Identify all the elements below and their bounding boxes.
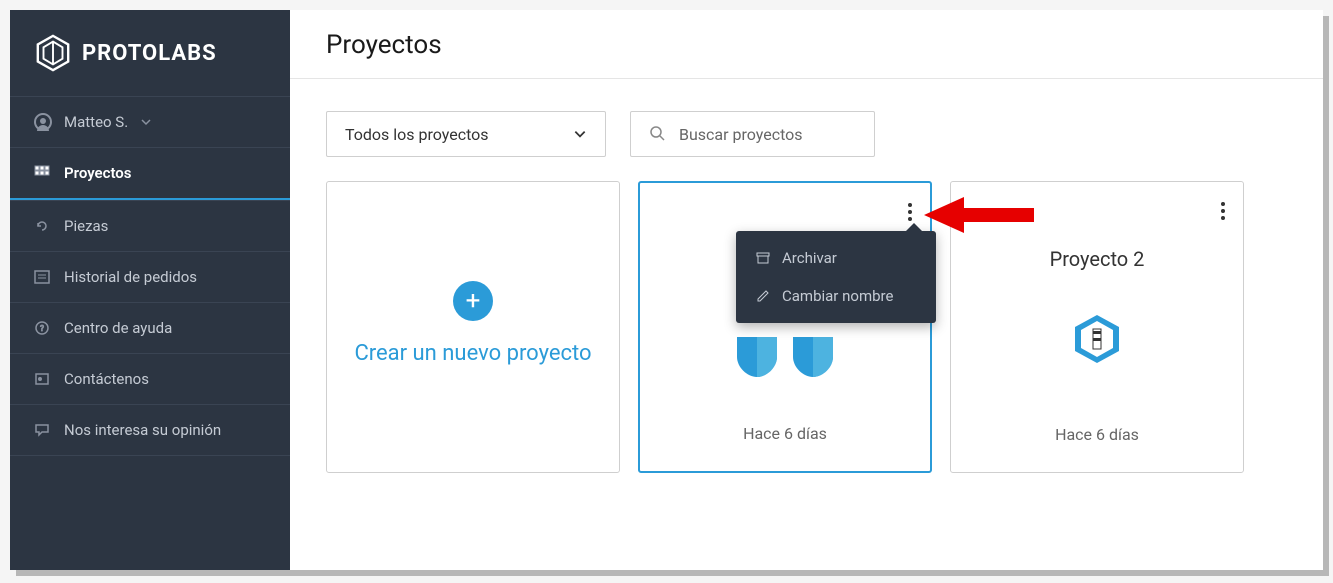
list-icon: [34, 269, 50, 285]
hexagon-lighthouse-icon: [1069, 311, 1125, 367]
nav-label: Centro de ayuda: [64, 319, 172, 337]
filter-dropdown[interactable]: Todos los proyectos: [326, 111, 606, 157]
menu-label: Archivar: [782, 249, 837, 267]
nav-label: Piezas: [64, 217, 108, 235]
protolabs-logo-icon: [34, 34, 72, 72]
project-title: Proyecto 2: [1050, 247, 1145, 271]
shield-icon: [733, 333, 781, 381]
project-date: Hace 6 días: [743, 424, 827, 443]
search-input[interactable]: Buscar proyectos: [630, 111, 875, 157]
user-avatar-icon: [34, 113, 52, 131]
main-content: Proyectos Todos los proyectos Buscar pro…: [290, 10, 1323, 570]
brand-logo: PROTOLABS: [10, 10, 290, 96]
app-window: PROTOLABS Matteo S. Proyectos: [10, 10, 1323, 570]
card-menu-button[interactable]: [1217, 198, 1229, 224]
nav-label: Historial de pedidos: [64, 268, 197, 286]
nav-help-center[interactable]: ? Centro de ayuda: [10, 302, 290, 353]
chevron-down-icon: [140, 116, 152, 128]
undo-icon: [34, 218, 50, 234]
card-dropdown-menu: Archivar Cambiar nombre: [736, 231, 936, 323]
contact-icon: [34, 371, 50, 387]
project-card[interactable]: Proyecto 2 Hace 6 días: [950, 181, 1244, 473]
nav-list: Proyectos Piezas Historial de pedidos: [10, 147, 290, 456]
nav-feedback[interactable]: Nos interesa su opinión: [10, 404, 290, 456]
archive-icon: [756, 251, 770, 265]
card-menu-button[interactable]: [904, 199, 916, 225]
menu-label: Cambiar nombre: [782, 287, 893, 305]
user-menu[interactable]: Matteo S.: [10, 96, 290, 147]
user-name-label: Matteo S.: [64, 113, 128, 131]
sidebar: PROTOLABS Matteo S. Proyectos: [10, 10, 290, 570]
nav-parts[interactable]: Piezas: [10, 200, 290, 251]
grid-icon: [34, 165, 50, 181]
project-date: Hace 6 días: [1055, 425, 1139, 444]
project-cards: + Crear un nuevo proyecto Archivar: [290, 181, 1323, 473]
new-project-label: Crear un nuevo proyecto: [354, 335, 591, 372]
page-title: Proyectos: [290, 10, 1323, 79]
search-placeholder: Buscar proyectos: [679, 125, 803, 144]
search-icon: [649, 125, 667, 143]
nav-label: Proyectos: [64, 164, 132, 182]
brand-name: PROTOLABS: [82, 41, 217, 66]
toolbar: Todos los proyectos Buscar proyectos: [290, 79, 1323, 181]
edit-icon: [756, 289, 770, 303]
chat-icon: [34, 422, 50, 438]
project-thumbnail: [733, 333, 837, 381]
filter-label: Todos los proyectos: [345, 125, 489, 144]
plus-icon: +: [453, 281, 493, 321]
menu-rename[interactable]: Cambiar nombre: [736, 277, 936, 315]
svg-text:?: ?: [40, 324, 44, 333]
menu-archive[interactable]: Archivar: [736, 239, 936, 277]
nav-label: Contáctenos: [64, 370, 149, 388]
help-icon: ?: [34, 320, 50, 336]
nav-order-history[interactable]: Historial de pedidos: [10, 251, 290, 302]
nav-label: Nos interesa su opinión: [64, 421, 221, 439]
shield-icon: [789, 333, 837, 381]
project-thumbnail: [1069, 311, 1125, 367]
nav-contact[interactable]: Contáctenos: [10, 353, 290, 404]
nav-projects[interactable]: Proyectos: [10, 147, 290, 200]
chevron-down-icon: [573, 127, 587, 141]
new-project-card[interactable]: + Crear un nuevo proyecto: [326, 181, 620, 473]
project-card[interactable]: Archivar Cambiar nombre: [638, 181, 932, 473]
